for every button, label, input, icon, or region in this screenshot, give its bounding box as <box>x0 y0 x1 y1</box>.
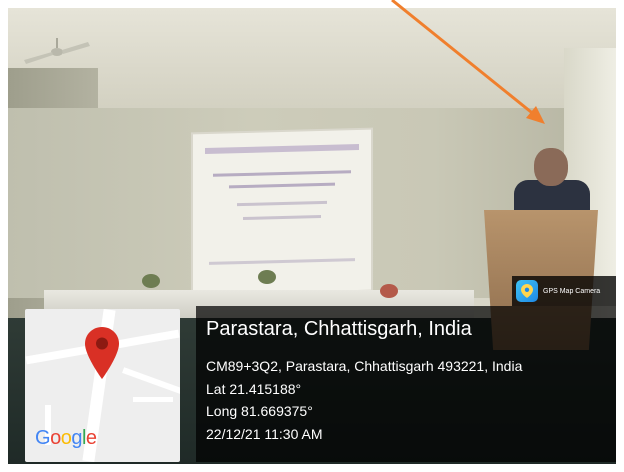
location-title: Parastara, Chhattisgarh, India <box>206 318 472 340</box>
geotag-overlay: Parastara, Chhattisgarh, India CM89+3Q2,… <box>196 306 616 462</box>
timestamp-text: 22/12/21 11:30 AM <box>206 426 323 442</box>
gps-map-camera-badge: GPS Map Camera <box>512 276 616 306</box>
google-logo: Google <box>35 427 97 450</box>
gps-map-camera-logo-icon <box>516 280 538 302</box>
latitude-text: Lat 21.415188° <box>206 381 302 397</box>
map-pin-icon <box>85 327 119 379</box>
google-logo-letter: o <box>60 427 72 449</box>
gps-map-camera-name: GPS Map Camera <box>543 287 601 295</box>
google-logo-letter: o <box>50 427 61 449</box>
google-logo-letter: e <box>85 427 97 449</box>
google-logo-letter: g <box>71 427 82 449</box>
google-logo-letter: G <box>35 427 51 449</box>
address-text: CM89+3Q2, Parastara, Chhattisgarh 493221… <box>206 358 523 374</box>
map-thumbnail: Google <box>25 309 180 462</box>
longitude-text: Long 81.669375° <box>206 403 313 419</box>
